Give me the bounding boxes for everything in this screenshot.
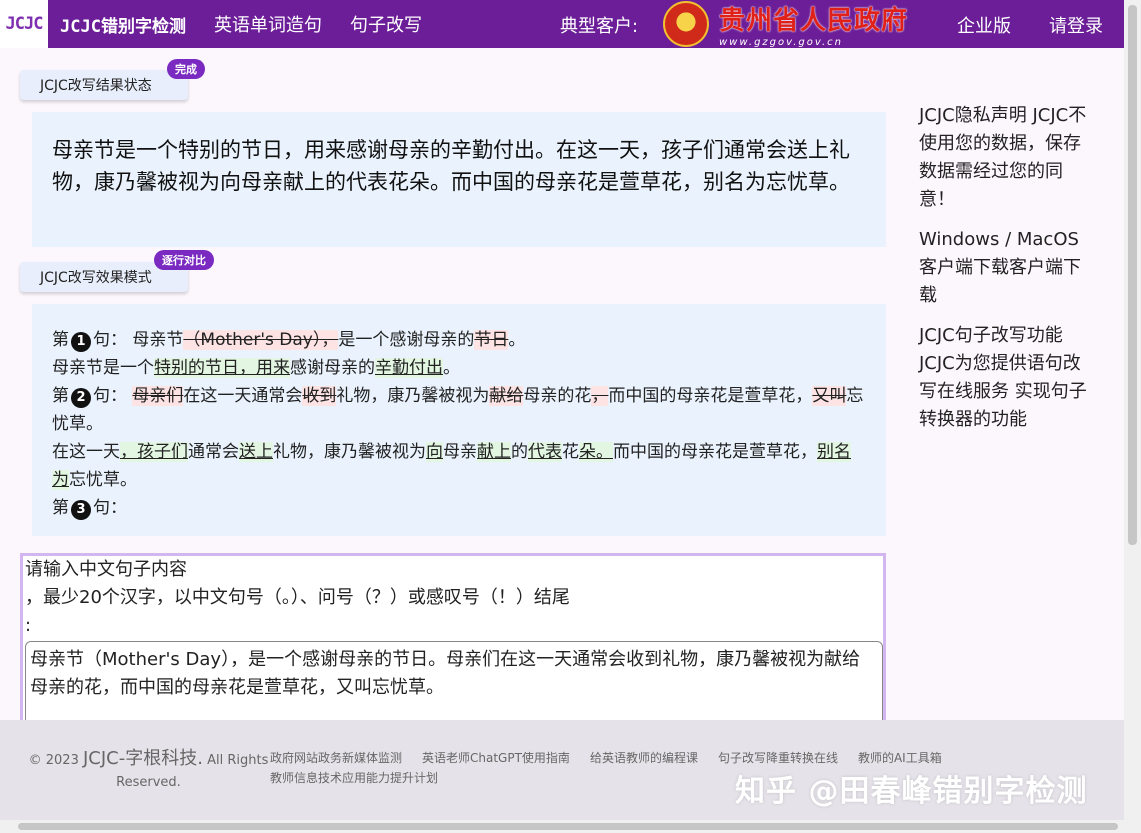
inserted-segment: 朵。 xyxy=(579,442,613,462)
inserted-segment: 特别的节日，用来 xyxy=(154,358,290,378)
result-text: 母亲节是一个特别的节日，用来感谢母亲的辛勤付出。在这一天，孩子们通常会送上礼物，… xyxy=(52,138,850,194)
gov-customer-logo: 贵州省人民政府 www.gzgov.gov.cn xyxy=(663,0,943,48)
gov-url: www.gzgov.gov.cn xyxy=(719,37,844,48)
input-label-line-2: ，最少20个汉字，以中文句号（。）、问号（？）或感叹号（！）结尾 xyxy=(25,587,570,608)
privacy-notice: JCJC隐私声明 JCJC不使用您的数据，保存数据需经过您的同意！ xyxy=(919,105,1087,210)
status-badge: 完成 xyxy=(167,59,205,79)
sentence-2-rewrite: 在这一天，孩子们通常会送上礼物，康乃馨被视为向母亲献上的代表花朵。而中国的母亲花… xyxy=(52,438,866,494)
footer-link[interactable]: 教师的AI工具箱 xyxy=(858,751,942,765)
unchanged-segment: 母亲 xyxy=(443,442,477,462)
unchanged-segment: 通常会 xyxy=(188,442,239,462)
login-link[interactable]: 请登录 xyxy=(1049,12,1103,38)
sentence-3-original: 第 3 句： xyxy=(52,494,866,522)
input-section: 请输入中文句子内容 ，最少20个汉字，以中文句号（。）、问号（？）或感叹号（！）… xyxy=(20,553,886,731)
vertical-scrollbar[interactable] xyxy=(1124,0,1141,820)
nav-link-enterprise[interactable]: 企业版 xyxy=(957,12,1011,38)
deleted-segment: ， xyxy=(591,386,609,406)
input-label-line-1: 请输入中文句子内容 xyxy=(25,559,187,580)
feature-description: JCJC句子改写功能 JCJC为您提供语句改写在线服务 实现句子转换器的功能 xyxy=(919,325,1087,430)
status-label: JCJC改写结果状态 xyxy=(40,78,152,94)
unchanged-segment: 花 xyxy=(562,442,579,462)
unchanged-segment: 。 xyxy=(508,330,526,350)
unchanged-segment: 的 xyxy=(511,442,528,462)
footer-link[interactable]: 教师信息技术应用能力提升计划 xyxy=(270,771,438,785)
sentence-1-diff: 母亲节（Mother's Day），是一个感谢母亲的节日。 xyxy=(132,330,525,350)
vertical-scroll-thumb[interactable] xyxy=(1128,5,1137,545)
unchanged-segment: 忘忧草。 xyxy=(69,470,137,490)
sentence-input[interactable]: 母亲节（Mother's Day），是一个感谢母亲的节日。母亲们在这一天通常会收… xyxy=(25,641,883,731)
mode-label: JCJC改写效果模式 xyxy=(40,270,152,286)
client-download-link[interactable]: Windows / MacOS 客户端下载客户端下载 xyxy=(919,226,1094,310)
right-sidebar: JCJC隐私声明 JCJC不使用您的数据，保存数据需经过您的同意！ Window… xyxy=(919,102,1094,446)
deleted-segment: 收到 xyxy=(302,386,337,406)
sentence-number-badge: 2 xyxy=(71,388,91,408)
site-logo[interactable]: JCJC xyxy=(0,0,48,48)
unchanged-segment: 母亲节 xyxy=(132,330,184,350)
footer-link[interactable]: 政府网站政务新媒体监测 xyxy=(270,751,402,765)
unchanged-segment: 礼物，康乃馨被视为 xyxy=(336,386,490,406)
customer-label: 典型客户: xyxy=(560,16,639,37)
horizontal-scrollbar[interactable] xyxy=(0,820,1141,833)
inserted-segment: 献上 xyxy=(477,442,511,462)
sentence-suffix: 句： xyxy=(93,386,127,406)
unchanged-segment: 在这一天 xyxy=(52,442,120,462)
zhihu-watermark: 知乎 @田春峰错别字检测 xyxy=(735,774,1088,809)
copyright: © 2023 JCJC-字根科技. All Rights Reserved. xyxy=(26,748,271,794)
copyright-brand: JCJC-字根科技. xyxy=(82,748,203,769)
unchanged-segment: 母亲的花 xyxy=(523,386,592,406)
deleted-segment: 献给 xyxy=(489,386,524,406)
nav-link-sentence-rewrite[interactable]: 句子改写 xyxy=(350,11,422,37)
nav-link-english-sentences[interactable]: 英语单词造句 xyxy=(214,11,322,37)
sentence-1-rewrite: 母亲节是一个特别的节日，用来感谢母亲的辛勤付出。 xyxy=(52,354,866,382)
result-text-box: 母亲节是一个特别的节日，用来感谢母亲的辛勤付出。在这一天，孩子们通常会送上礼物，… xyxy=(32,112,886,247)
unchanged-segment: 而中国的母亲花是萱草花， xyxy=(613,442,817,462)
sentence-suffix: 句： xyxy=(93,330,127,350)
inserted-segment: 向 xyxy=(426,442,443,462)
inserted-segment: 辛勤付出 xyxy=(375,358,443,378)
unchanged-segment: 感谢母亲的 xyxy=(290,358,375,378)
national-emblem-icon xyxy=(663,1,709,47)
mode-badge[interactable]: 逐行对比 xyxy=(154,250,214,270)
unchanged-segment: 在这一天通常会 xyxy=(183,386,303,406)
unchanged-segment: 礼物，康乃馨被视为 xyxy=(273,442,426,462)
input-label-line-3: : xyxy=(25,615,32,636)
inserted-segment: 送上 xyxy=(239,442,273,462)
sentence-number-badge: 3 xyxy=(71,500,91,520)
sentence-prefix: 第 xyxy=(52,330,69,350)
unchanged-segment: 是一个感谢母亲的 xyxy=(338,330,475,350)
unchanged-segment: 而中国的母亲花是萱草花， xyxy=(608,386,813,406)
sentence-2-original: 第 2 句： 母亲们在这一天通常会收到礼物，康乃馨被视为献给母亲的花，而中国的母亲花… xyxy=(52,382,866,438)
nav-link-typo-check[interactable]: JCJC错别字检测 xyxy=(60,12,186,37)
inserted-segment: 代表 xyxy=(528,442,562,462)
footer: © 2023 JCJC-字根科技. All Rights Reserved. 政… xyxy=(0,720,1124,820)
inserted-segment: ，孩子们 xyxy=(120,442,188,462)
sentence-2-diff: 母亲们在这一天通常会收到礼物，康乃馨被视为献给母亲的花，而中国的母亲花是萱草花，… xyxy=(52,386,863,434)
deleted-segment: （Mother's Day）， xyxy=(183,330,339,350)
comparison-box: 第 1 句： 母亲节（Mother's Day），是一个感谢母亲的节日。 母亲节是一… xyxy=(32,304,886,536)
footer-link[interactable]: 句子改写降重转换在线 xyxy=(718,751,838,765)
horizontal-scroll-thumb[interactable] xyxy=(18,823,1118,830)
sentence-prefix: 第 xyxy=(52,386,69,406)
deleted-segment: 节日 xyxy=(474,330,509,350)
status-pill: JCJC改写结果状态 xyxy=(20,70,188,100)
footer-link[interactable]: 给英语教师的编程课 xyxy=(590,751,698,765)
sentence-suffix: 句： xyxy=(93,498,127,518)
footer-link[interactable]: 英语老师ChatGPT使用指南 xyxy=(422,751,570,765)
copyright-year: © 2023 xyxy=(28,753,79,768)
unchanged-segment: 母亲节是一个 xyxy=(52,358,154,378)
deleted-segment: 母亲们 xyxy=(132,386,184,406)
unchanged-segment: 。 xyxy=(443,358,460,378)
sentence-prefix: 第 xyxy=(52,498,69,518)
sentence-number-badge: 1 xyxy=(71,332,91,352)
deleted-segment: 又叫 xyxy=(812,386,847,406)
top-nav: JCJC JCJC错别字检测 英语单词造句 句子改写 典型客户: 贵州省人民政府… xyxy=(0,0,1124,48)
gov-name: 贵州省人民政府 xyxy=(719,6,909,36)
sentence-1-original: 第 1 句： 母亲节（Mother's Day），是一个感谢母亲的节日。 xyxy=(52,326,866,354)
